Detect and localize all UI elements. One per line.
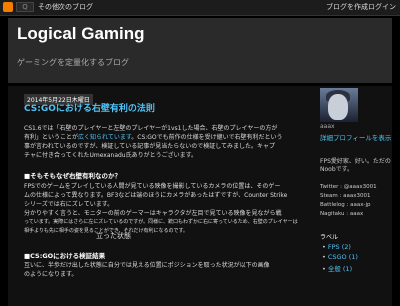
profile-description: FPS愛好家、好い。ただのNoobです。 [320,158,391,173]
post-paragraph: 有利」ということが広く知られています。CS:GOでも前作の仕様を受け継いで右壁有… [24,134,283,141]
post-paragraph: 互いに、半歩だけ出した状態に自分では見える位置にポジションを取った状況が以下の画… [24,262,270,269]
avatar-face [328,94,348,120]
label-item[interactable]: • 全般 (1) [322,263,352,273]
post-paragraph: CS1.6では「右壁のプレイヤーと左壁のプレイヤーが1vs1した場合、右壁のプレ… [24,125,278,132]
search-button[interactable]: Q [16,2,34,12]
main-content: 2014年5月22日木曜日 CS:GOにおける右壁有利の法則 CS1.6では「右… [8,86,392,306]
blogger-navbar: Q その他 次のブログ ブログを作成 ログイン [0,0,400,16]
blog-header: Logical Gaming ゲーミングを定量化するブログ [8,18,392,83]
inline-link[interactable]: 広く知られています [78,134,131,141]
post-paragraph: のようになります。 [24,271,78,278]
post-paragraph: チャに付き合ってくれたUmexanadu氏ありがとうございます。 [24,152,198,159]
battlelog-handle: Battlelog : aaax-jp [320,202,371,208]
view-profile-link[interactable]: 詳細プロフィールを表示 [320,134,392,142]
profile-name[interactable]: aaax [320,123,335,130]
post-paragraph: FPSでのゲームをプレイしている人間が見ている映像を撮影しているカメラの位置は、… [24,183,281,190]
post-paragraph: シリーズでは右にズレています。 [24,201,114,208]
section-heading: ■CS:GOにおける検証結果 [24,252,106,260]
login-link[interactable]: ログイン [368,1,396,13]
blog-title[interactable]: Logical Gaming [17,24,145,44]
label-item[interactable]: • FPS (2) [322,243,351,251]
post-paragraph: 相手よりも先に相手の姿を見ることができ、それだけ有利になるのです。 [24,228,189,234]
post-paragraph: 分かりやすく言うと、モニターの前のゲーマーはキャラクタが左目で見ている映像を見な… [24,210,282,217]
post-paragraph: ムの仕様によって異なります。BF3などは端のほうにカメラがあったはずですが、Co… [24,192,288,199]
image-caption: 立った状態 [96,232,131,240]
post-title[interactable]: CS:GOにおける右壁有利の法則 [24,101,155,114]
more-link[interactable]: その他 [38,1,59,13]
twitter-handle: Twitter : @aaax3001 [320,184,377,190]
steam-handle: Steam : aaax3001 [320,193,371,199]
search-icon: Q [22,3,28,11]
labels-heading: ラベル [320,234,339,241]
next-blog-link[interactable]: 次のブログ [58,1,93,13]
blog-description: ゲーミングを定量化するブログ [17,58,129,67]
avatar[interactable] [320,88,358,122]
create-blog-link[interactable]: ブログを作成 [326,1,368,13]
nagitaku-handle: Nagitaku : aaax [320,211,364,217]
label-item[interactable]: • CSGO (1) [322,253,358,261]
post-paragraph: 事が言われているのですが、検証している記事が見当たらないので検証してみました。キ… [24,143,276,150]
blogger-logo-icon[interactable] [3,2,13,12]
post-paragraph: っています。実際にはさらに左にズレているのですが。同様に、銃口もわずかに右に寄っ… [24,219,298,225]
section-heading: ■そもそもなぜ右壁有利なのか？ [24,172,122,180]
